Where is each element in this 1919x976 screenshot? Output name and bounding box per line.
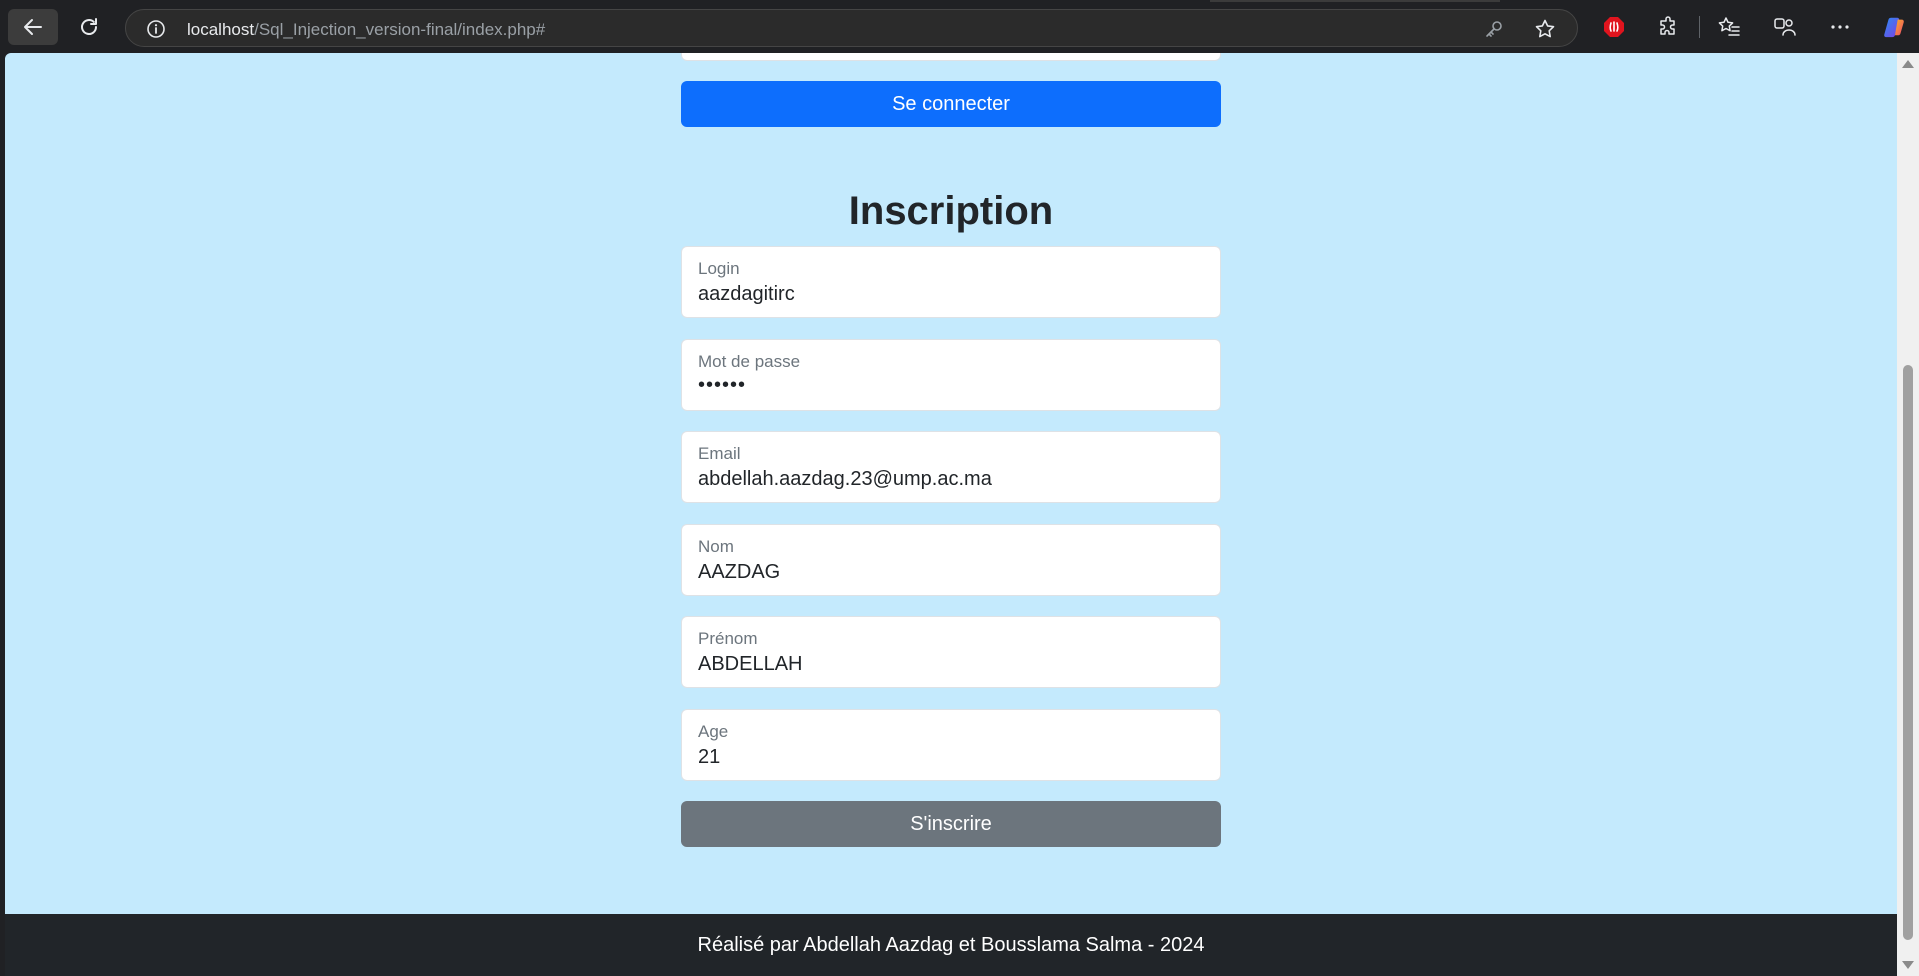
page-footer: Réalisé par Abdellah Aazdag et Bousslama… bbox=[5, 914, 1897, 976]
password-field-label: Mot de passe bbox=[698, 352, 801, 371]
scroll-up-arrow-icon[interactable] bbox=[1902, 60, 1914, 68]
toolbar-separator bbox=[1699, 16, 1700, 38]
url-text[interactable]: localhost/Sql_Injection_version-final/in… bbox=[187, 20, 545, 40]
login-password-input-partial[interactable] bbox=[681, 53, 1221, 61]
register-title: Inscription bbox=[848, 189, 1054, 233]
age-field-value[interactable]: 21 bbox=[698, 746, 720, 769]
address-bar[interactable]: localhost/Sql_Injection_version-final/in… bbox=[125, 9, 1578, 47]
favorites-button[interactable] bbox=[1717, 15, 1741, 39]
lastname-field-label: Nom bbox=[698, 537, 734, 556]
login-button[interactable]: Se connecter bbox=[681, 81, 1221, 127]
login-field-value[interactable]: aazdagitirc bbox=[698, 283, 795, 306]
copilot-icon bbox=[1884, 17, 1904, 38]
page-scrollbar[interactable] bbox=[1897, 53, 1919, 976]
favorites-icon bbox=[1718, 17, 1740, 36]
age-field[interactable]: Age 21 bbox=[681, 709, 1221, 781]
profile-sync-button[interactable] bbox=[1772, 15, 1796, 39]
extensions-button[interactable] bbox=[1657, 15, 1681, 39]
email-field[interactable]: Email abdellah.aazdag.23@ump.ac.ma bbox=[681, 431, 1221, 503]
back-button[interactable] bbox=[8, 9, 58, 45]
copilot-button[interactable] bbox=[1882, 15, 1906, 39]
login-field[interactable]: Login aazdagitirc bbox=[681, 246, 1221, 318]
register-button[interactable]: S'inscrire bbox=[681, 801, 1221, 847]
firstname-field[interactable]: Prénom ABDELLAH bbox=[681, 616, 1221, 688]
firstname-field-value[interactable]: ABDELLAH bbox=[698, 653, 803, 676]
lastname-field[interactable]: Nom AAZDAG bbox=[681, 524, 1221, 596]
more-icon bbox=[1831, 25, 1849, 29]
reload-icon bbox=[81, 18, 97, 35]
adblock-icon bbox=[1604, 17, 1624, 37]
page-content: Se connecter Inscription Login aazdagiti… bbox=[5, 53, 1897, 976]
email-field-value[interactable]: abdellah.aazdag.23@ump.ac.ma bbox=[698, 468, 992, 491]
lastname-field-value[interactable]: AAZDAG bbox=[698, 561, 780, 584]
extensions-icon bbox=[1660, 16, 1675, 35]
back-arrow-icon bbox=[24, 19, 42, 35]
favorite-star-icon[interactable] bbox=[1534, 18, 1556, 40]
url-host: localhost bbox=[187, 20, 255, 39]
reload-button[interactable] bbox=[64, 9, 114, 45]
scroll-down-arrow-icon[interactable] bbox=[1902, 961, 1914, 969]
tab-strip-edge bbox=[1210, 0, 1500, 2]
password-field-value[interactable]: •••••• bbox=[698, 374, 746, 397]
browser-toolbar: localhost/Sql_Injection_version-final/in… bbox=[0, 0, 1919, 53]
firstname-field-label: Prénom bbox=[698, 629, 758, 648]
password-field[interactable]: Mot de passe •••••• bbox=[681, 339, 1221, 411]
info-icon[interactable] bbox=[146, 19, 166, 39]
more-button[interactable] bbox=[1828, 15, 1852, 39]
url-path: /Sql_Injection_version-final/index.php# bbox=[254, 20, 546, 39]
page-viewport: Se connecter Inscription Login aazdagiti… bbox=[5, 53, 1897, 976]
profile-sync-icon bbox=[1774, 18, 1796, 36]
footer-credits: Réalisé par Abdellah Aazdag et Bousslama… bbox=[697, 933, 1205, 956]
key-icon[interactable] bbox=[1484, 19, 1504, 39]
age-field-label: Age bbox=[698, 722, 729, 741]
scrollbar-thumb[interactable] bbox=[1903, 365, 1913, 940]
email-field-label: Email bbox=[698, 444, 741, 463]
login-field-label: Login bbox=[698, 259, 740, 278]
adblock-button[interactable] bbox=[1602, 15, 1626, 39]
